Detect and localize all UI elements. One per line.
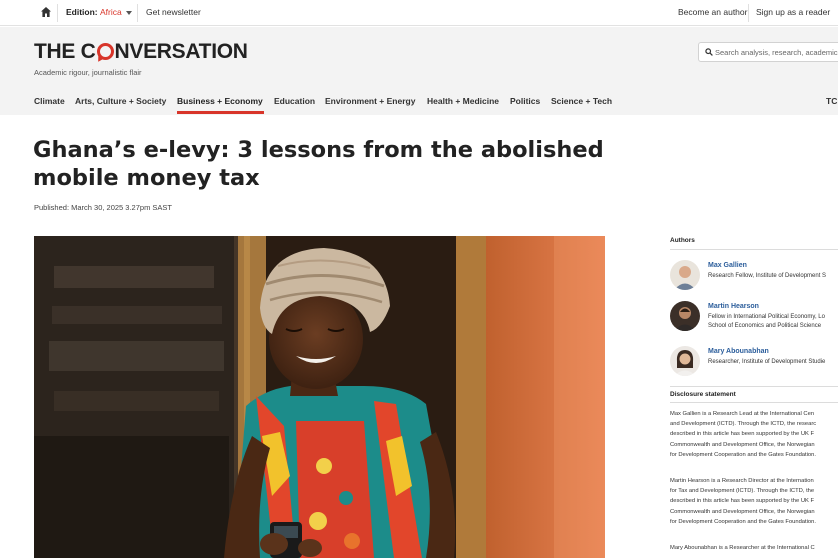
disclosure-line: Mary Abounabhan is a Researcher at the I… — [670, 545, 815, 551]
disclosure-line: Martin Hearson is a Research Director at… — [670, 478, 814, 484]
author-role: Research Fellow, Institute of Developmen… — [708, 273, 827, 279]
edition-label: Edition: — [66, 7, 98, 17]
disclosure-paragraph: Max Gallien is a Research Lead at the In… — [670, 409, 838, 460]
author-card[interactable]: Mary Abounabhan Researcher, Institute of… — [670, 346, 838, 378]
woman-with-phone-illustration — [34, 236, 605, 558]
disclosure-paragraph: Martin Hearson is a Research Director at… — [670, 476, 838, 527]
headline-line-1: Ghana’s e-levy: 3 lessons from the aboli… — [33, 137, 604, 163]
nav-item-arts-culture-society[interactable]: Arts, Culture + Society — [75, 96, 166, 106]
site-tagline: Academic rigour, journalistic flair — [34, 68, 142, 77]
chevron-down-icon[interactable] — [126, 11, 132, 15]
authors-heading: Authors — [670, 237, 695, 244]
article-hero-image — [34, 236, 605, 558]
get-newsletter-link[interactable]: Get newsletter — [146, 7, 201, 17]
author-card[interactable]: Max Gallien Research Fellow, Institute o… — [670, 260, 838, 292]
author-role: Researcher, Institute of Development Stu… — [708, 359, 826, 365]
edition-selector[interactable]: Africa — [100, 7, 122, 17]
disclosure-line: described in this article has been suppo… — [670, 431, 815, 438]
divider — [57, 4, 58, 22]
disclosure-heading: Disclosure statement — [670, 391, 736, 398]
disclosure-line: described in this article has been suppo… — [670, 498, 815, 505]
nav-item-education[interactable]: Education — [274, 96, 315, 106]
divider — [137, 4, 138, 22]
avatar[interactable] — [670, 260, 700, 290]
nav-item-climate[interactable]: Climate — [34, 96, 65, 106]
divider — [670, 386, 838, 387]
speech-bubble-o-icon — [96, 43, 114, 60]
disclosure-line: and Development (ICTD). Through the ICTD… — [670, 421, 817, 428]
author-name[interactable]: Mary Abounabhan — [708, 348, 769, 355]
author-role: Fellow in International Political Econom… — [708, 313, 825, 331]
published-date: Published: March 30, 2025 3.27pm SAST — [34, 203, 172, 212]
site-logo[interactable]: THE C NVERSATION — [34, 40, 248, 64]
disclosure-line: for Development Cooperation and the Gate… — [670, 518, 816, 525]
logo-text-right: NVERSATION — [114, 40, 248, 63]
home-icon[interactable] — [40, 6, 52, 18]
nav-item-business-economy[interactable]: Business + Economy — [177, 96, 263, 106]
author-name[interactable]: Max Gallien — [708, 262, 747, 269]
disclosure-paragraph: Mary Abounabhan is a Researcher at the I… — [670, 543, 838, 553]
author-role-line: Fellow in International Political Econom… — [708, 314, 825, 320]
disclosure-line: Commonwealth and Development Office, the… — [670, 441, 815, 448]
avatar[interactable] — [670, 301, 700, 331]
nav-item-politics[interactable]: Politics — [510, 96, 540, 106]
article-sidebar: Authors Max Gallien Research Fellow, Ins… — [670, 0, 838, 558]
disclosure-line: Commonwealth and Development Office, the… — [670, 508, 815, 515]
nav-item-health-medicine[interactable]: Health + Medicine — [427, 96, 499, 106]
nav-item-science-tech[interactable]: Science + Tech — [551, 96, 612, 106]
author-card[interactable]: Martin Hearson Fellow in International P… — [670, 301, 838, 333]
disclosure-line: Max Gallien is a Research Lead at the In… — [670, 411, 815, 417]
active-nav-indicator — [177, 111, 264, 114]
headline-line-2: mobile money tax — [33, 165, 260, 191]
article-headline: Ghana’s e-levy: 3 lessons from the aboli… — [33, 136, 633, 192]
nav-item-environment-energy[interactable]: Environment + Energy — [325, 96, 415, 106]
avatar[interactable] — [670, 346, 700, 376]
divider — [670, 249, 838, 250]
logo-text-left: THE C — [34, 40, 96, 63]
author-name[interactable]: Martin Hearson — [708, 303, 759, 310]
divider — [670, 402, 838, 403]
disclosure-line: for Development Cooperation and the Gate… — [670, 451, 816, 458]
author-role-line: School of Economics and Political Scienc… — [708, 323, 822, 329]
disclosure-line: for Tax and Development (ICTD). Through … — [670, 488, 815, 495]
